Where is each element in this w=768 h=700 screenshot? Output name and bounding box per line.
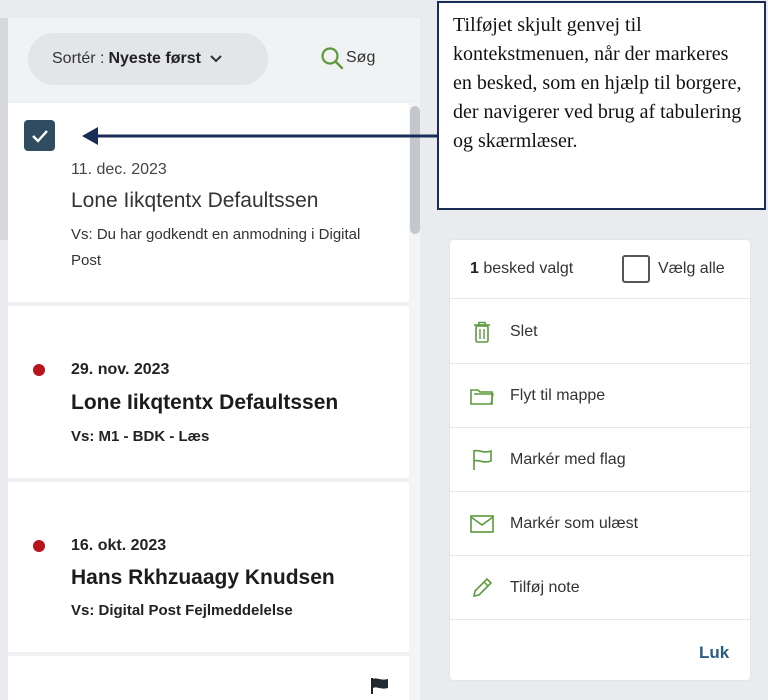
select-all-label: Vælg alle	[658, 260, 725, 277]
menu-item-label: Markér som ulæst	[510, 514, 639, 532]
message-date: 16. okt. 2023	[71, 537, 167, 554]
context-menu: 1 besked valgt Vælg alle Slet Flyt til m…	[450, 240, 750, 680]
menu-item-label: Slet	[510, 322, 538, 340]
menu-item-label: Tilføj note	[510, 578, 580, 596]
context-menu-header: 1 besked valgt Vælg alle	[450, 240, 750, 299]
message-date: 29. nov. 2023	[71, 361, 170, 378]
menu-item-mark-unread[interactable]: Markér som ulæst	[450, 492, 750, 556]
message-sender: Lone Iikqtentx Defaultssen	[71, 189, 319, 212]
chevron-down-icon	[210, 55, 222, 63]
sort-dropdown[interactable]: Sortér : Nyeste først	[28, 33, 268, 85]
close-button[interactable]: Luk	[699, 643, 729, 663]
unread-dot	[33, 364, 45, 376]
panel-edge	[0, 18, 8, 240]
message-checkbox-checked[interactable]	[24, 120, 55, 151]
envelope-icon	[450, 514, 510, 534]
menu-item-move-to-folder[interactable]: Flyt til mappe	[450, 364, 750, 428]
checkmark-icon	[31, 129, 48, 143]
unread-dot	[33, 540, 45, 552]
menu-item-label: Flyt til mappe	[510, 386, 606, 404]
annotation-text: Tilføjet skjult genvej til kontekstmenue…	[453, 14, 742, 152]
sort-value: Nyeste først	[108, 50, 201, 67]
sort-label: Sortér :	[52, 50, 105, 67]
checkbox-icon	[622, 255, 650, 283]
menu-item-label: Markér med flag	[510, 450, 626, 468]
message-sender: Lone Iikqtentx Defaultssen	[71, 391, 339, 414]
message-sender: Hans Rkhzuaagy Knudsen	[71, 566, 335, 589]
trash-icon	[450, 320, 510, 344]
select-all-checkbox[interactable]: Vælg alle	[622, 255, 725, 283]
search-label: Søg	[346, 49, 376, 66]
message-date: 11. dec. 2023	[71, 161, 167, 178]
search-button[interactable]: Søg	[320, 46, 375, 70]
selected-count: 1	[470, 260, 479, 277]
annotation-callout: Tilføjet skjult genvej til kontekstmenue…	[437, 1, 766, 210]
search-icon	[321, 47, 344, 70]
arrow-icon	[82, 127, 438, 145]
menu-item-flag[interactable]: Markér med flag	[450, 428, 750, 492]
message-subject: Vs: Du har godkendt en anmodning i Digit…	[71, 226, 361, 269]
menu-item-delete[interactable]: Slet	[450, 300, 750, 364]
message-subject: Vs: Digital Post Fejlmeddelelse	[71, 602, 293, 619]
menu-item-add-note[interactable]: Tilføj note	[450, 556, 750, 620]
selected-count-text: 1 besked valgt	[470, 260, 573, 278]
flag-outline-icon	[450, 448, 510, 472]
selected-label: besked valgt	[483, 260, 574, 277]
list-item[interactable]	[8, 656, 410, 700]
pencil-icon	[450, 576, 510, 600]
message-subject: Vs: M1 - BDK - Læs	[71, 428, 210, 445]
flag-icon	[371, 678, 388, 694]
folder-icon	[450, 385, 510, 407]
